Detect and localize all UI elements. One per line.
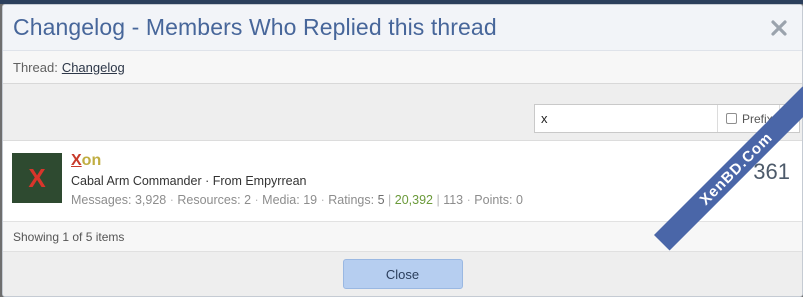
member-name-rest: on	[81, 152, 102, 169]
close-icon[interactable]	[768, 17, 790, 39]
member-name[interactable]: Xon	[71, 152, 101, 170]
thread-link[interactable]: Changelog	[62, 60, 125, 75]
reply-count: 361	[753, 159, 790, 184]
points-value: 0	[515, 193, 523, 207]
checkbox-icon[interactable]	[726, 113, 737, 124]
close-button[interactable]: Close	[342, 259, 463, 289]
dialog-titlebar: Changelog - Members Who Replied this thr…	[3, 5, 802, 51]
dialog-actions: Close	[3, 252, 802, 296]
resources-label: Resources:	[177, 193, 241, 207]
thread-row: Thread: Changelog	[3, 51, 802, 84]
avatar[interactable]: X	[12, 153, 62, 203]
dialog-title: Changelog - Members Who Replied this thr…	[13, 14, 497, 40]
filter-input[interactable]	[535, 105, 717, 132]
reactions-other: 113	[443, 193, 464, 207]
ratings-label: Ratings:	[328, 193, 375, 207]
resources-value: 2	[244, 193, 252, 207]
messages-label: Messages:	[71, 193, 132, 207]
member-stats: Messages: 3,928 · Resources: 2 · Media: …	[71, 193, 523, 207]
ratings-value: 5	[377, 193, 385, 207]
media-value: 19	[303, 193, 318, 207]
member-title: Cabal Arm Commander · From Empyrrean	[71, 174, 307, 188]
reactions-positive: 20,392	[394, 193, 433, 207]
thread-label: Thread:	[13, 59, 58, 75]
filter-bar: Prefix	[3, 84, 802, 141]
avatar-letter: X	[28, 162, 46, 193]
messages-value: 3,928	[134, 193, 167, 207]
member-name-highlight: X	[71, 152, 82, 169]
members-dialog: Changelog - Members Who Replied this thr…	[2, 4, 803, 297]
media-label: Media:	[262, 193, 300, 207]
points-label: Points:	[474, 193, 513, 207]
